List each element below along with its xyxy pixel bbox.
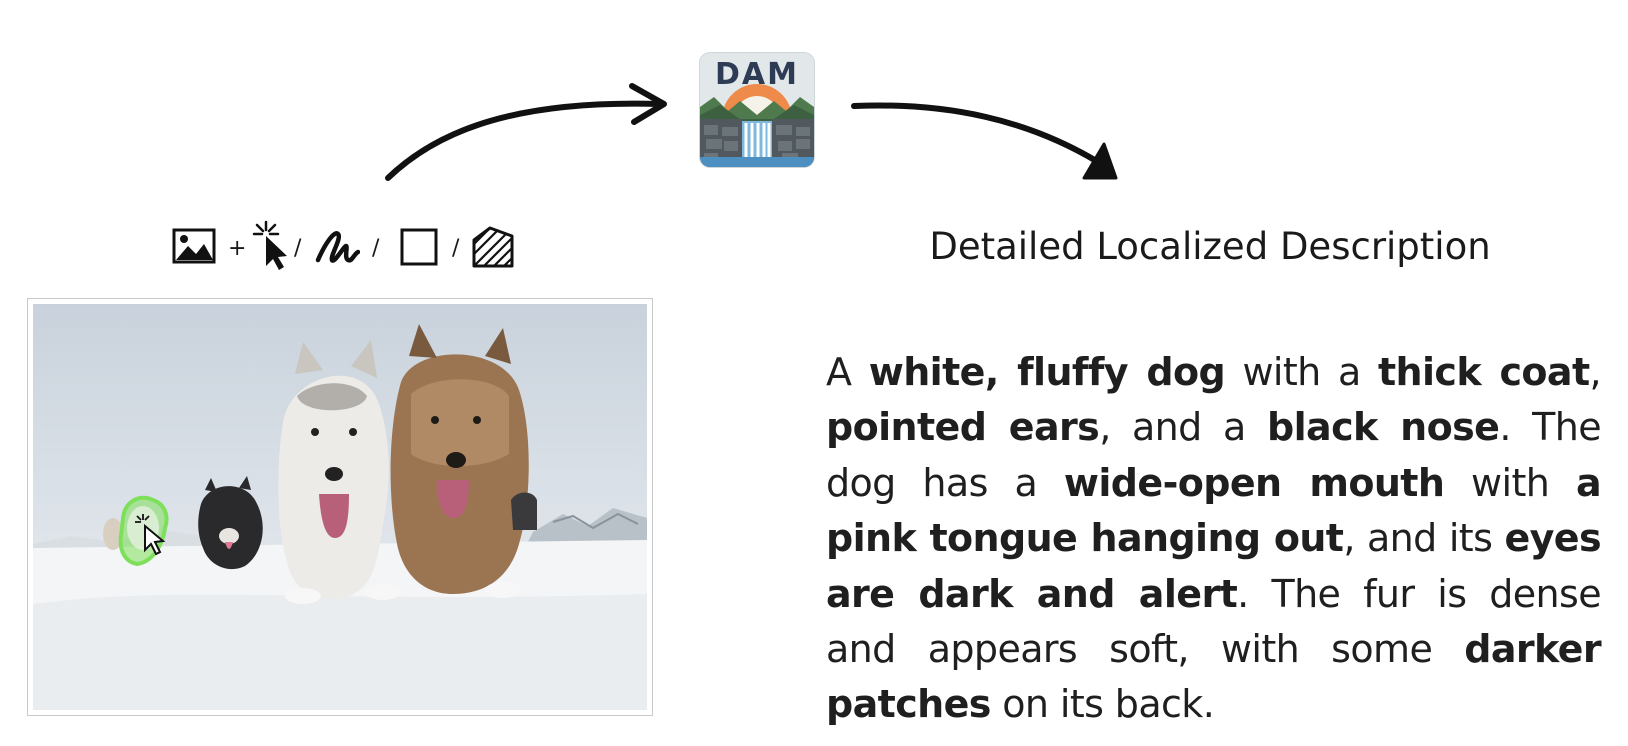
description-text: with: [1444, 460, 1576, 505]
description-text: ,: [1589, 350, 1602, 394]
click-point-icon: [252, 220, 287, 270]
sled-dogs-photo: [33, 304, 647, 710]
description-text: , and a: [1099, 405, 1268, 450]
scribble-icon: [315, 231, 360, 263]
dam-logo: DAM: [700, 53, 814, 167]
description-bold-phrase: pointed ears: [826, 405, 1100, 450]
input-image: [33, 304, 647, 710]
description-paragraph: A white, fluffy dog with a thick coat, p…: [826, 345, 1602, 733]
description-text: A: [826, 350, 869, 394]
description-bold-phrase: black nose: [1267, 405, 1500, 450]
description-text: , and its: [1343, 516, 1505, 561]
slash-separator-2: /: [372, 236, 380, 261]
slash-separator-3: /: [452, 236, 460, 261]
input-image-frame: [27, 298, 653, 716]
description-bold-phrase: thick coat: [1377, 350, 1590, 394]
mask-icon: [472, 226, 514, 268]
output-arrow: [851, 102, 1118, 180]
box-icon: [400, 228, 438, 266]
description-text: on its back.: [990, 682, 1215, 727]
image-icon: [172, 228, 216, 264]
description-text: with a: [1225, 350, 1378, 394]
plus-separator: +: [228, 236, 247, 261]
output-title: Detailed Localized Description: [929, 225, 1491, 268]
input-arrow: [385, 83, 667, 181]
description-bold-phrase: white, fluffy dog: [868, 350, 1226, 394]
dam-logo-text: DAM: [715, 57, 799, 92]
slash-separator-1: /: [294, 236, 302, 261]
description-bold-phrase: wide-open mouth: [1063, 460, 1445, 505]
